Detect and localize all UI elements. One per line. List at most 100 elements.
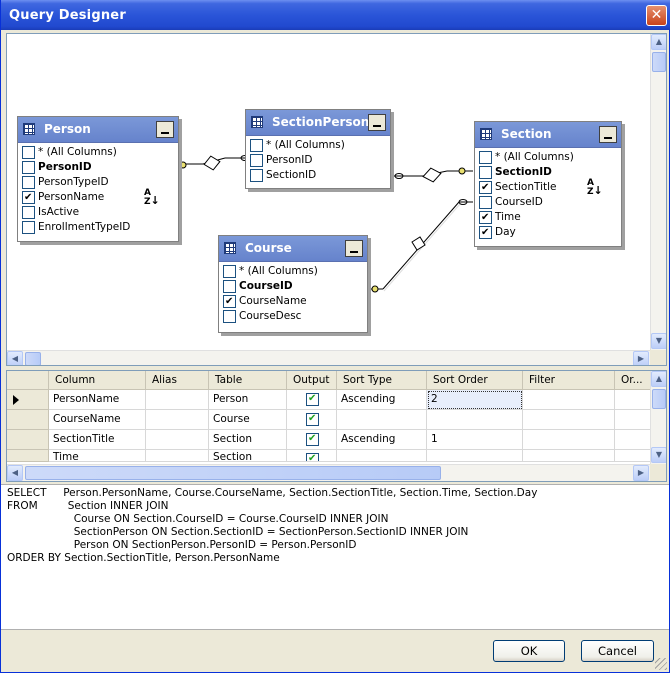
column-item[interactable]: PersonID: [22, 160, 178, 175]
output-checkbox[interactable]: [306, 413, 319, 426]
grid-cell-column[interactable]: SectionTitle: [49, 430, 146, 450]
scroll-down-icon[interactable]: ▼: [651, 333, 666, 349]
grid-cell-sort-type[interactable]: Ascending: [337, 390, 427, 410]
grid-cell-column[interactable]: CourseName: [49, 410, 146, 430]
minimize-icon[interactable]: [368, 114, 386, 131]
column-checkbox[interactable]: [223, 295, 236, 308]
grid-cell-table[interactable]: Course: [209, 410, 287, 430]
grid-cell-alias[interactable]: [146, 450, 209, 462]
grid-cell-sort-type[interactable]: [337, 410, 427, 430]
column-item[interactable]: EnrollmentTypeID: [22, 220, 178, 235]
grid-cell-sort-type[interactable]: [337, 450, 427, 462]
grid-header-filter[interactable]: Filter: [523, 371, 615, 390]
scroll-thumb[interactable]: [25, 352, 41, 365]
scroll-down-icon[interactable]: ▼: [651, 447, 666, 463]
diagram-horizontal-scrollbar[interactable]: ◀ ▶: [7, 350, 650, 365]
table-course[interactable]: Course * (All Columns) CourseID CourseNa…: [218, 235, 368, 333]
grid-cell-output[interactable]: [287, 430, 337, 450]
scroll-right-icon[interactable]: ▶: [633, 465, 649, 481]
column-item[interactable]: * (All Columns): [479, 150, 621, 165]
column-checkbox[interactable]: [250, 139, 263, 152]
grid-cell-or[interactable]: [615, 410, 651, 430]
sql-pane[interactable]: SELECT Person.PersonName, Course.CourseN…: [1, 484, 669, 630]
column-item[interactable]: SectionID: [250, 168, 390, 183]
scroll-right-icon[interactable]: ▶: [633, 351, 649, 365]
resize-grip-icon[interactable]: [655, 658, 667, 670]
grid-header-or[interactable]: Or...: [615, 371, 651, 390]
criteria-grid-pane[interactable]: Column Alias Table Output Sort Type Sort…: [6, 370, 667, 482]
join-course-section[interactable]: [369, 199, 473, 293]
grid-cell-sort-type[interactable]: Ascending: [337, 430, 427, 450]
grid-header-column[interactable]: Column: [49, 371, 146, 390]
grid-cell-sort-order[interactable]: 2: [427, 390, 523, 410]
row-selector[interactable]: [7, 410, 49, 430]
column-checkbox[interactable]: [223, 280, 236, 293]
column-item[interactable]: PersonName AZ↓: [22, 189, 178, 207]
minimize-icon[interactable]: [156, 121, 174, 138]
column-checkbox[interactable]: [479, 226, 492, 239]
scroll-up-icon[interactable]: ▲: [651, 371, 666, 387]
column-item[interactable]: IsActive: [22, 205, 178, 220]
column-checkbox[interactable]: [22, 206, 35, 219]
column-checkbox[interactable]: [479, 181, 492, 194]
grid-cell-filter[interactable]: [523, 390, 615, 410]
join-person-sectionperson[interactable]: [179, 155, 250, 172]
column-item[interactable]: * (All Columns): [223, 264, 367, 279]
column-checkbox[interactable]: [22, 146, 35, 159]
column-checkbox[interactable]: [479, 196, 492, 209]
ok-button[interactable]: OK: [493, 640, 565, 662]
output-checkbox[interactable]: [306, 453, 319, 461]
row-selector[interactable]: [7, 430, 49, 450]
table-course-header[interactable]: Course: [219, 236, 367, 262]
column-item[interactable]: CourseID: [223, 279, 367, 294]
column-checkbox[interactable]: [22, 176, 35, 189]
minimize-icon[interactable]: [599, 126, 617, 143]
grid-header-table[interactable]: Table: [209, 371, 287, 390]
column-checkbox[interactable]: [22, 161, 35, 174]
grid-cell-sort-order[interactable]: [427, 450, 523, 462]
table-person-header[interactable]: Person: [18, 117, 178, 143]
grid-cell-filter[interactable]: [523, 410, 615, 430]
grid-cell-sort-order[interactable]: 1: [427, 430, 523, 450]
table-sectionperson-header[interactable]: SectionPerson: [246, 110, 390, 136]
column-item[interactable]: Day: [479, 225, 621, 240]
grid-cell-alias[interactable]: [146, 430, 209, 450]
column-item[interactable]: PersonID: [250, 153, 390, 168]
grid-cell-table[interactable]: Section: [209, 450, 287, 462]
grid-cell-column[interactable]: PersonName: [49, 390, 146, 410]
table-sectionperson[interactable]: SectionPerson * (All Columns) PersonID S…: [245, 109, 391, 189]
row-selector[interactable]: [7, 450, 49, 462]
scroll-thumb[interactable]: [652, 389, 666, 409]
column-item[interactable]: * (All Columns): [250, 138, 390, 153]
grid-cell-output[interactable]: [287, 410, 337, 430]
column-item[interactable]: SectionTitle AZ↓: [479, 179, 621, 197]
column-checkbox[interactable]: [250, 169, 263, 182]
column-item[interactable]: * (All Columns): [22, 145, 178, 160]
scroll-left-icon[interactable]: ◀: [7, 465, 23, 481]
grid-cell-filter[interactable]: [523, 450, 615, 462]
table-person[interactable]: Person * (All Columns) PersonID PersonTy…: [17, 116, 179, 242]
grid-cell-table[interactable]: Person: [209, 390, 287, 410]
grid-cell-column[interactable]: Time: [49, 450, 146, 462]
column-item[interactable]: Time: [479, 210, 621, 225]
column-checkbox[interactable]: [250, 154, 263, 167]
grid-header-output[interactable]: Output: [287, 371, 337, 390]
column-checkbox[interactable]: [22, 191, 35, 204]
grid-cell-or[interactable]: [615, 430, 651, 450]
row-selector-current[interactable]: [7, 390, 49, 410]
minimize-icon[interactable]: [345, 240, 363, 257]
grid-cell-alias[interactable]: [146, 390, 209, 410]
column-checkbox[interactable]: [22, 221, 35, 234]
column-checkbox[interactable]: [479, 166, 492, 179]
grid-cell-filter[interactable]: [523, 430, 615, 450]
grid-cell-sort-order[interactable]: [427, 410, 523, 430]
column-item[interactable]: CourseName: [223, 294, 367, 309]
output-checkbox[interactable]: [306, 393, 319, 406]
title-bar[interactable]: Query Designer ✕: [1, 0, 670, 30]
scroll-up-icon[interactable]: ▲: [651, 34, 666, 50]
scroll-thumb[interactable]: [652, 52, 666, 72]
grid-header-alias[interactable]: Alias: [146, 371, 209, 390]
grid-vertical-scrollbar[interactable]: ▲ ▼: [650, 371, 666, 464]
output-checkbox[interactable]: [306, 433, 319, 446]
column-checkbox[interactable]: [223, 310, 236, 323]
